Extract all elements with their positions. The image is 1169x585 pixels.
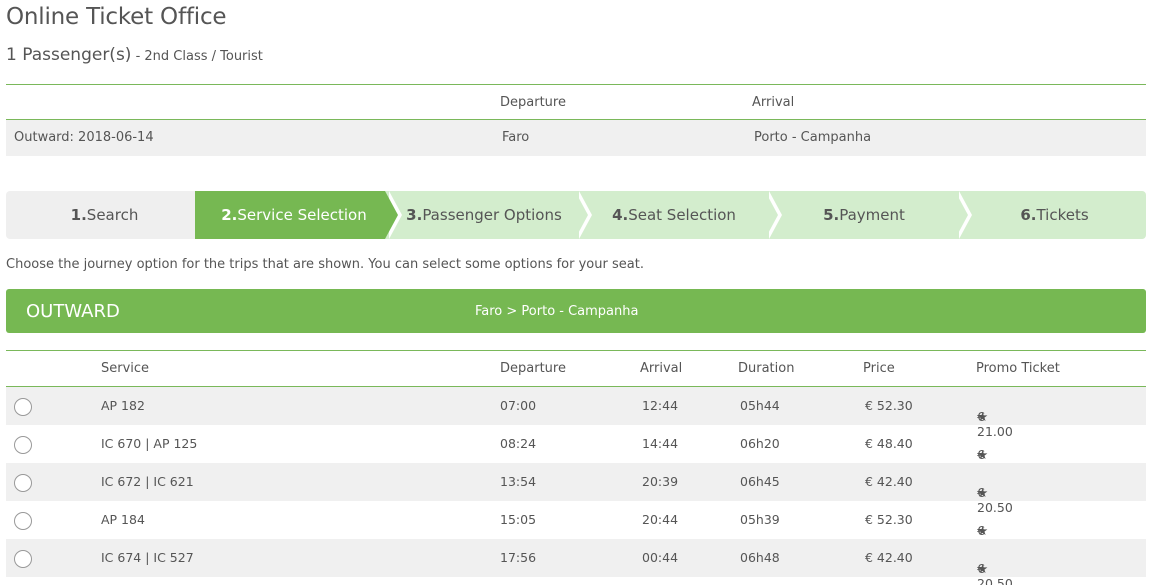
price: € 52.30 <box>865 398 913 413</box>
duration: 06h20 <box>740 436 780 451</box>
service-name: AP 184 <box>101 512 145 527</box>
service-name: IC 670 | AP 125 <box>101 436 198 451</box>
instruction-text: Choose the journey option for the trips … <box>6 257 644 272</box>
booking-steps: 1.Search 2.Service Selection 3.Passenger… <box>6 191 1146 239</box>
header-service: Service <box>101 361 150 376</box>
table-row[interactable]: IC 672 | IC 621 13:54 20:39 06h45 € 42.4… <box>6 463 1146 515</box>
step-label: Seat Selection <box>628 206 736 224</box>
journey-summary-header: Departure Arrival <box>6 85 1146 120</box>
service-name: IC 672 | IC 621 <box>101 474 194 489</box>
step-label: Passenger Options <box>422 206 562 224</box>
departure-time: 08:24 <box>500 436 537 451</box>
summary-arrival-header: Arrival <box>752 95 795 110</box>
departure-time: 07:00 <box>500 398 537 413</box>
promo-value: € 20.50 <box>977 561 1013 585</box>
passenger-count: 1 Passenger(s) <box>6 45 132 65</box>
price: € 52.30 <box>865 512 913 527</box>
step-arrow <box>765 191 778 239</box>
trips-table-header: Service Departure Arrival Duration Price… <box>6 351 1146 387</box>
arrival-time: 20:44 <box>642 512 679 527</box>
step-number: 4. <box>612 206 629 224</box>
outward-date: Outward: 2018-06-14 <box>14 130 154 145</box>
outward-route: Faro > Porto - Campanha <box>475 304 639 319</box>
radio-button[interactable] <box>14 512 32 530</box>
departure-time: 15:05 <box>500 512 537 527</box>
header-duration: Duration <box>738 361 795 376</box>
duration: 05h39 <box>740 512 780 527</box>
departure-time: 13:54 <box>500 474 537 489</box>
header-price: Price <box>863 361 895 376</box>
step-number: 6. <box>1020 206 1037 224</box>
step-seat-selection[interactable]: 4.Seat Selection <box>575 191 782 239</box>
table-row[interactable]: AP 182 07:00 12:44 05h44 € 52.30 ★ € 21.0… <box>6 387 1146 439</box>
passenger-summary: 1 Passenger(s) - 2nd Class / Tourist <box>6 45 263 65</box>
duration: 06h45 <box>740 474 780 489</box>
step-search[interactable]: 1.Search <box>6 191 195 239</box>
header-arrival: Arrival <box>640 361 683 376</box>
arrival-time: 14:44 <box>642 436 679 451</box>
radio-button[interactable] <box>14 474 32 492</box>
price: € 48.40 <box>865 436 913 451</box>
outward-title: OUTWARD <box>26 301 120 322</box>
step-number: 5. <box>823 206 840 224</box>
duration: 05h44 <box>740 398 780 413</box>
step-label: Search <box>86 206 139 224</box>
radio-button[interactable] <box>14 436 32 454</box>
step-number: 3. <box>406 206 423 224</box>
service-name: AP 182 <box>101 398 145 413</box>
price: € 42.40 <box>865 474 913 489</box>
step-label: Service Selection <box>237 206 367 224</box>
summary-arrival-station: Porto - Campanha <box>754 130 872 145</box>
table-row[interactable]: IC 670 | AP 125 08:24 14:44 06h20 € 48.4… <box>6 425 1146 477</box>
journey-summary-row: Outward: 2018-06-14 Faro Porto - Campanh… <box>6 120 1146 156</box>
arrival-time: 12:44 <box>642 398 679 413</box>
duration: 06h48 <box>740 550 780 565</box>
service-name: IC 674 | IC 527 <box>101 550 194 565</box>
header-departure: Departure <box>500 361 566 376</box>
table-row[interactable]: IC 674 | IC 527 17:56 00:44 06h48 € 42.4… <box>6 539 1146 585</box>
travel-class: - 2nd Class / Tourist <box>131 49 263 64</box>
step-passenger-options[interactable]: 3.Passenger Options <box>385 191 592 239</box>
step-number: 2. <box>221 206 238 224</box>
trips-table-body: AP 182 07:00 12:44 05h44 € 52.30 ★ € 21.0… <box>6 387 1146 585</box>
journey-summary-table: Departure Arrival Outward: 2018-06-14 Fa… <box>6 84 1146 156</box>
trips-table: Service Departure Arrival Duration Price… <box>6 350 1146 585</box>
radio-button[interactable] <box>14 398 32 416</box>
price: € 42.40 <box>865 550 913 565</box>
arrival-time: 20:39 <box>642 474 679 489</box>
step-arrow <box>575 191 588 239</box>
step-label: Payment <box>839 206 905 224</box>
departure-time: 17:56 <box>500 550 537 565</box>
summary-departure-header: Departure <box>500 95 566 110</box>
summary-departure-station: Faro <box>502 130 530 145</box>
arrival-time: 00:44 <box>642 550 679 565</box>
step-arrow <box>955 191 968 239</box>
step-arrow <box>385 191 398 239</box>
step-service-selection[interactable]: 2.Service Selection <box>195 191 402 239</box>
step-payment[interactable]: 5.Payment <box>765 191 972 239</box>
table-row[interactable]: AP 184 15:05 20:44 05h39 € 52.30 ★€ 21.0… <box>6 501 1146 553</box>
outward-bar: OUTWARD Faro > Porto - Campanha <box>6 289 1146 333</box>
step-label: Tickets <box>1036 206 1089 224</box>
header-promo-ticket: Promo Ticket <box>976 361 1060 376</box>
step-tickets[interactable]: 6.Tickets <box>955 191 1146 239</box>
radio-button[interactable] <box>14 550 32 568</box>
step-number: 1. <box>70 206 87 224</box>
page-title: Online Ticket Office <box>6 4 227 30</box>
